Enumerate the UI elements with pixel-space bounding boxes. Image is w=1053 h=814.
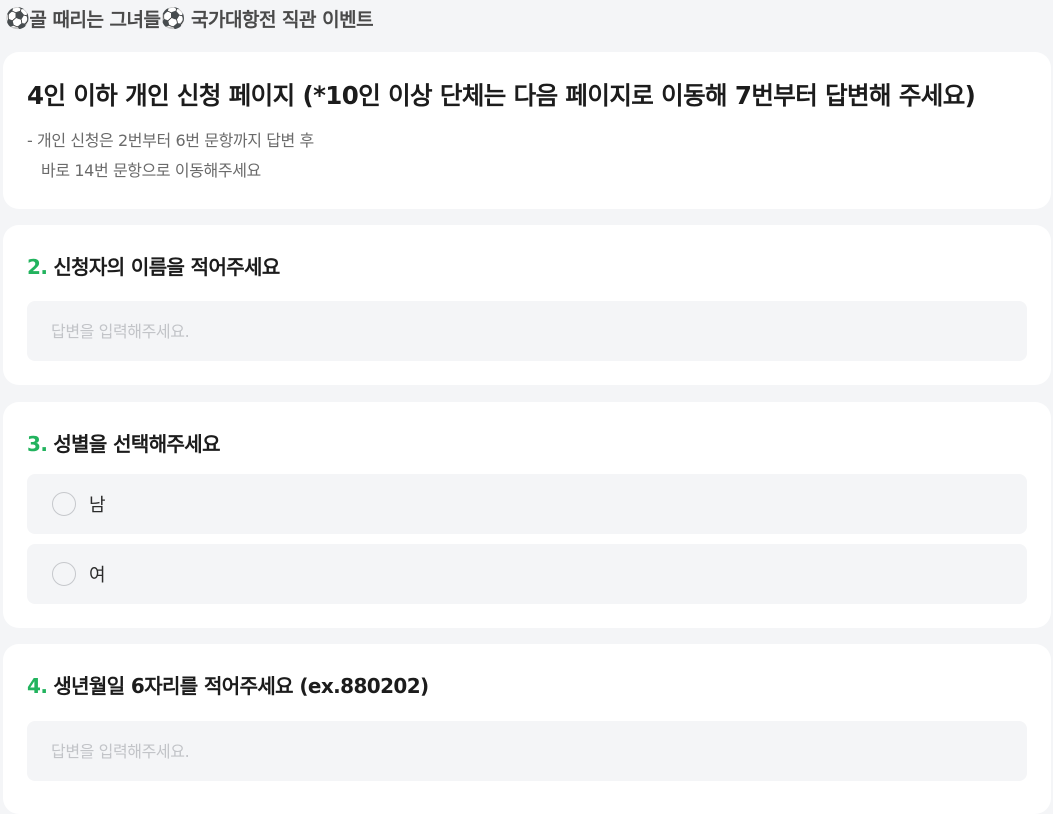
question-number: 3. [27, 432, 48, 456]
radio-button[interactable] [52, 562, 76, 586]
name-input[interactable] [27, 301, 1027, 361]
question-number: 2. [27, 255, 48, 279]
form-header-title: 골 때리는 그녀들 [29, 8, 161, 31]
question-number: 4. [27, 674, 48, 698]
question-text: 성별을 선택해주세요 [53, 432, 220, 456]
radio-label: 남 [89, 495, 106, 516]
intro-title: 4인 이하 개인 신청 페이지 (*10인 이상 단체는 다음 페이지로 이동해… [27, 81, 976, 110]
form-header: ⚽ 골 때리는 그녀들 ⚽ 국가대항전 직관 이벤트 [0, 0, 1053, 36]
radio-label: 여 [89, 565, 106, 586]
question-text: 생년월일 6자리를 적어주세요 (ex.880202) [53, 674, 429, 698]
question-card-birthdate: 4. 생년월일 6자리를 적어주세요 (ex.880202) [3, 644, 1051, 814]
question-text: 신청자의 이름을 적어주세요 [53, 255, 280, 279]
gender-option-female[interactable]: 여 [27, 544, 1027, 604]
radio-button[interactable] [52, 492, 76, 516]
soccer-ball-icon: ⚽ [5, 6, 30, 30]
birthdate-input[interactable] [27, 721, 1027, 781]
question-title: 4. 생년월일 6자리를 적어주세요 (ex.880202) [27, 670, 429, 699]
soccer-ball-icon: ⚽ [160, 6, 186, 30]
question-title: 3. 성별을 선택해주세요 [27, 428, 221, 457]
intro-description: - 개인 신청은 2번부터 6번 문항까지 답변 후 바로 14번 문항으로 이… [27, 131, 314, 180]
question-card-name: 2. 신청자의 이름을 적어주세요 [3, 225, 1051, 385]
question-title: 2. 신청자의 이름을 적어주세요 [27, 251, 280, 280]
intro-section: 4인 이하 개인 신청 페이지 (*10인 이상 단체는 다음 페이지로 이동해… [3, 52, 1051, 209]
gender-option-male[interactable]: 남 [27, 474, 1027, 534]
question-card-gender: 3. 성별을 선택해주세요 남 여 [3, 402, 1051, 628]
form-header-subtitle: 국가대항전 직관 이벤트 [184, 8, 374, 31]
